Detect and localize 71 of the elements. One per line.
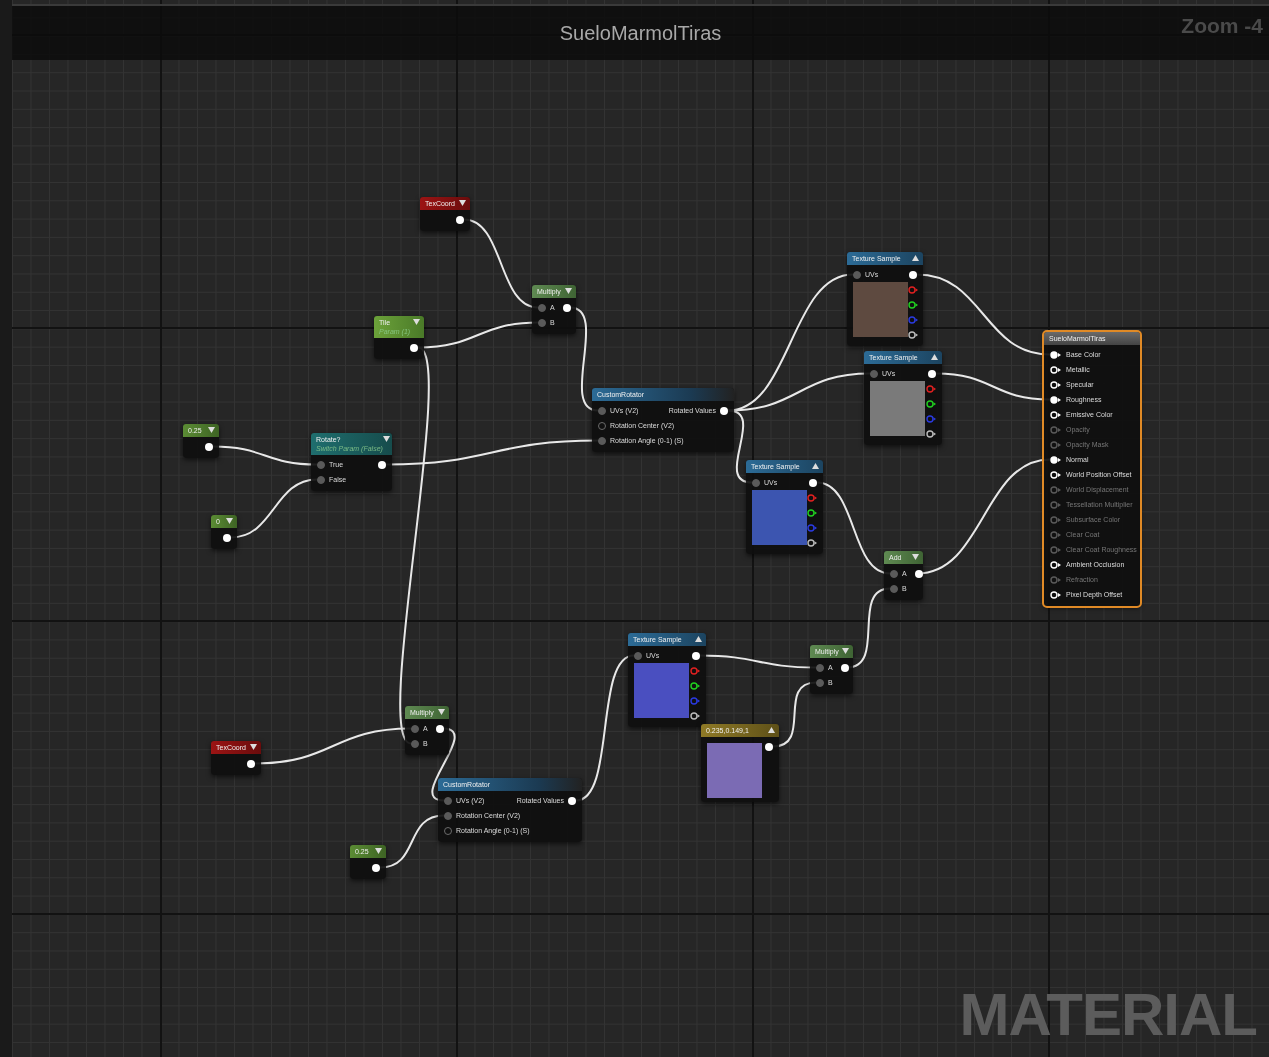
dropdown-arrow-icon[interactable] bbox=[565, 288, 572, 294]
output-pin[interactable] bbox=[568, 796, 576, 805]
output-pin[interactable] bbox=[928, 369, 936, 378]
output-pin[interactable] bbox=[765, 742, 773, 751]
collapse-arrow-icon[interactable] bbox=[912, 255, 919, 261]
input-pin[interactable] bbox=[1050, 590, 1062, 599]
input-pin[interactable] bbox=[890, 569, 898, 578]
input-pin[interactable] bbox=[1050, 470, 1062, 479]
output-pin[interactable] bbox=[720, 406, 728, 415]
output-pin[interactable] bbox=[809, 478, 817, 487]
dropdown-arrow-icon[interactable] bbox=[438, 709, 445, 715]
output-pin[interactable] bbox=[692, 651, 700, 660]
dropdown-arrow-icon[interactable] bbox=[382, 436, 390, 442]
dropdown-arrow-icon[interactable] bbox=[226, 518, 233, 524]
output-pin[interactable] bbox=[435, 724, 444, 733]
collapse-arrow-icon[interactable] bbox=[768, 727, 775, 733]
input-pin[interactable] bbox=[538, 303, 546, 312]
input-pin[interactable] bbox=[752, 478, 760, 487]
input-pin[interactable] bbox=[1050, 410, 1062, 419]
input-pin[interactable] bbox=[444, 811, 452, 820]
channel-pin-icon[interactable] bbox=[926, 429, 936, 438]
input-pin[interactable] bbox=[598, 406, 606, 415]
input-pin[interactable] bbox=[598, 436, 606, 445]
dropdown-arrow-icon[interactable] bbox=[208, 427, 215, 433]
output-pin[interactable] bbox=[410, 343, 418, 352]
output-pin[interactable] bbox=[909, 270, 917, 279]
input-pin[interactable] bbox=[1050, 380, 1062, 389]
channel-pin-icon[interactable] bbox=[926, 399, 936, 408]
input-pin[interactable] bbox=[411, 739, 419, 748]
collapse-arrow-icon[interactable] bbox=[695, 636, 702, 642]
channel-pin-icon[interactable] bbox=[807, 538, 817, 547]
input-pin[interactable] bbox=[538, 318, 546, 327]
input-pin[interactable] bbox=[853, 270, 861, 279]
input-pin[interactable] bbox=[1050, 350, 1062, 359]
input-pin[interactable] bbox=[1050, 455, 1062, 464]
input-pin[interactable] bbox=[1050, 560, 1062, 569]
input-pin[interactable] bbox=[1050, 365, 1062, 374]
output-pin[interactable] bbox=[223, 533, 231, 542]
zoom-level: Zoom -4 bbox=[1181, 14, 1263, 38]
channel-pin-icon[interactable] bbox=[690, 711, 700, 720]
channel-pin-icon[interactable] bbox=[690, 681, 700, 690]
input-pin[interactable] bbox=[816, 678, 824, 687]
graph-type-watermark: MATERIAL bbox=[959, 985, 1257, 1045]
dropdown-arrow-icon[interactable] bbox=[375, 848, 382, 854]
input-pin[interactable] bbox=[816, 663, 824, 672]
output-pin[interactable] bbox=[372, 863, 380, 872]
output-pin[interactable] bbox=[247, 759, 255, 768]
output-pin[interactable] bbox=[840, 663, 849, 672]
input-pin[interactable] bbox=[444, 796, 452, 805]
input-pin[interactable] bbox=[870, 369, 878, 378]
input-pin[interactable] bbox=[890, 584, 898, 593]
output-pin[interactable] bbox=[456, 215, 464, 224]
collapse-arrow-icon[interactable] bbox=[931, 354, 938, 360]
dropdown-arrow-icon[interactable] bbox=[912, 554, 919, 560]
input-pin[interactable] bbox=[317, 460, 325, 469]
graph-title: SueloMarmolTiras bbox=[559, 21, 722, 45]
input-pin[interactable] bbox=[317, 475, 325, 484]
collapse-arrow-icon[interactable] bbox=[812, 463, 819, 469]
input-pin[interactable] bbox=[411, 724, 419, 733]
channel-pin-icon[interactable] bbox=[807, 508, 817, 517]
dropdown-arrow-icon[interactable] bbox=[250, 744, 257, 750]
output-pin[interactable] bbox=[562, 303, 571, 312]
dropdown-arrow-icon[interactable] bbox=[842, 648, 849, 654]
input-pin[interactable] bbox=[1050, 395, 1062, 404]
channel-pin-icon[interactable] bbox=[908, 300, 918, 309]
output-pin[interactable] bbox=[914, 569, 923, 578]
output-pin[interactable] bbox=[205, 442, 213, 451]
channel-pin-icon[interactable] bbox=[908, 330, 918, 339]
dropdown-arrow-icon[interactable] bbox=[459, 200, 466, 206]
output-pin[interactable] bbox=[378, 460, 386, 469]
input-pin[interactable] bbox=[634, 651, 642, 660]
